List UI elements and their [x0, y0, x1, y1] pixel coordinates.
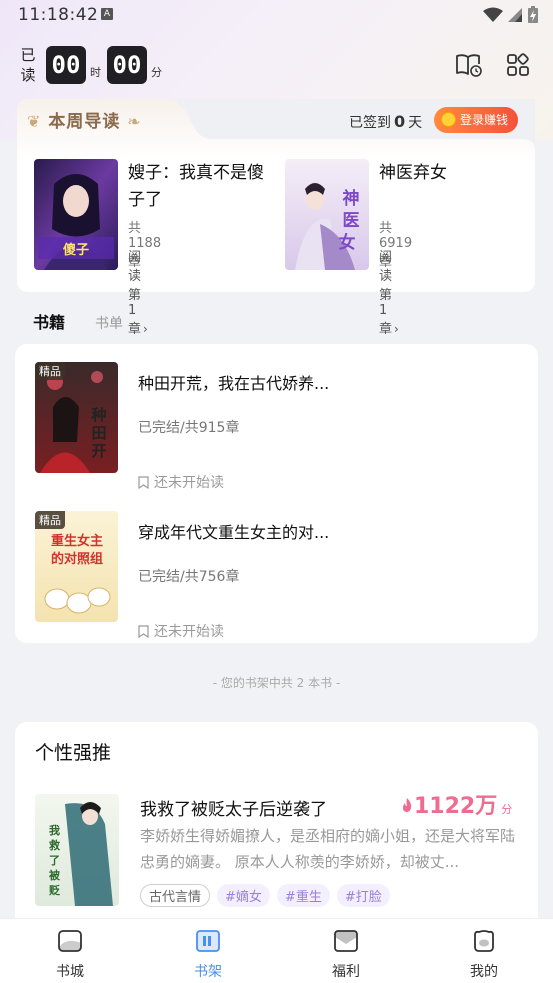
wifi-icon [483, 7, 503, 22]
bottom-navigation: 书城 书架 福利 我的 [0, 918, 553, 983]
list-item[interactable]: 重生女主 的对照组 精品 穿成年代文重生女主的对... 已完结/共756章 还未… [35, 511, 525, 640]
read-chapter-link[interactable]: 阅读第1章 › [128, 246, 148, 337]
recommend-heading: 个性强推 [35, 742, 112, 764]
nav-profile[interactable]: 我的 [444, 929, 524, 981]
battery-icon [528, 6, 538, 23]
svg-text:我: 我 [49, 823, 60, 837]
earn-money-label: 登录赚钱 [460, 113, 509, 127]
tab-booklists[interactable]: 书单 [95, 313, 123, 333]
svg-text:被: 被 [49, 868, 61, 882]
bookmark-icon [138, 624, 149, 638]
bookshelf-list: 种 田 开 精品 种田开荒，我在古代娇养... 已完结/共915章 还未开始读 … [15, 344, 538, 643]
svg-text:了: 了 [49, 854, 60, 867]
nav-bookstore[interactable]: 书城 [30, 929, 110, 981]
shelf-book-status: 已完结/共915章 [138, 420, 240, 436]
recommend-card: 个性强推 我 救 了 被 贬 我救了被贬太子后逆袭了 1122万 分 李娇娇生得… [15, 722, 538, 932]
shelf-book-progress-label: 还未开始读 [154, 624, 224, 640]
book-cover-image: 傻子 [34, 159, 118, 270]
bookshelf-icon [196, 930, 220, 952]
shelf-tabs: 书籍 书单 [33, 309, 123, 333]
shelf-book-title: 种田开荒，我在古代娇养... [138, 374, 330, 393]
svg-text:的对照组: 的对照组 [51, 551, 103, 567]
svg-text:傻子: 傻子 [63, 242, 89, 258]
signin-prefix: 已签到 [349, 115, 391, 131]
shelf-book-progress: 还未开始读 [138, 472, 224, 492]
chevron-right-icon: › [394, 322, 399, 336]
timer-hours: 00 [46, 46, 86, 84]
svg-text:种: 种 [90, 406, 106, 424]
status-icons [483, 6, 539, 24]
timer-hours-unit: 时 [90, 66, 101, 79]
coin-icon [441, 112, 456, 127]
timer-minutes: 00 [107, 46, 147, 84]
flame-icon [403, 798, 412, 812]
shelf-book-progress: 还未开始读 [138, 621, 224, 641]
reading-timer: 已读 00 时 00 分 [20, 45, 168, 85]
shelf-book-status: 已完结/共756章 [138, 569, 240, 585]
premium-badge: 精品 [35, 362, 65, 380]
svg-text:重生女主: 重生女主 [51, 533, 103, 549]
shelf-book-title: 穿成年代文重生女主的对... [138, 523, 330, 542]
signin-days: 0 [394, 112, 406, 131]
recommend-score: 1122万 分 [400, 788, 512, 820]
svg-text:救: 救 [49, 838, 60, 852]
recommend-score-unit: 分 [501, 803, 513, 816]
shelf-book-progress-label: 还未开始读 [154, 475, 224, 491]
book-cover-image: 神 医 女 [285, 159, 369, 270]
nav-welfare[interactable]: 福利 [306, 929, 386, 981]
svg-text:田: 田 [91, 424, 106, 442]
signin-suffix: 天 [408, 115, 423, 131]
signal-icon [508, 8, 522, 22]
weekly-book-title: 嫂子：我真不是傻子了 [128, 163, 264, 210]
tab-books[interactable]: 书籍 [33, 309, 65, 333]
read-chapter-label: 阅读第1章 [128, 250, 142, 337]
timer-label: 已读 [20, 46, 36, 84]
nav-welfare-label: 福利 [332, 964, 360, 980]
status-time: 11:18:42 [18, 5, 99, 25]
recommend-description: 李娇娇生得娇媚撩人，是丞相府的嫡小姐，还是大将军陆忠勇的嫡妻。 原本人人称羡的李… [140, 827, 516, 871]
weekly-book-title: 神医弃女 [379, 163, 447, 183]
chevron-right-icon: › [143, 322, 148, 336]
book-cover-image[interactable]: 我 救 了 被 贬 [35, 794, 119, 906]
list-item[interactable]: 种 田 开 精品 种田开荒，我在古代娇养... 已完结/共915章 还未开始读 [35, 362, 525, 491]
read-chapter-link[interactable]: 阅读第1章 › [379, 246, 399, 337]
nav-bookshelf[interactable]: 书架 [168, 929, 248, 981]
topic-tag[interactable]: #重生 [276, 884, 330, 907]
read-history-icon[interactable] [455, 52, 483, 78]
weekly-guide-card: ❦ 本周导读 ❧ 已签到 0 天 登录赚钱 傻子 嫂子：我真不是傻子了 共1188章… [17, 99, 535, 337]
svg-text:开: 开 [91, 442, 106, 460]
read-chapter-label: 阅读第1章 [379, 250, 393, 337]
laurel-left-icon: ❦ [27, 112, 42, 131]
bookstore-icon [58, 930, 82, 952]
earn-money-button[interactable]: 登录赚钱 [434, 107, 518, 133]
welfare-icon [334, 930, 358, 952]
weekly-guide-title: ❦ 本周导读 ❧ [27, 107, 142, 132]
weekly-guide-title-text: 本周导读 [48, 112, 121, 132]
timer-minutes-unit: 分 [151, 66, 162, 79]
svg-text:医: 医 [343, 211, 360, 231]
category-tag[interactable]: 古代言情 [140, 884, 211, 907]
signin-status: 已签到 0 天 [349, 112, 422, 132]
recommend-tags: 古代言情 #嫡女 #重生 #打脸 [140, 884, 390, 907]
topic-tag[interactable]: #嫡女 [217, 884, 270, 907]
premium-badge: 精品 [35, 511, 65, 529]
bookmark-icon [138, 475, 149, 489]
svg-text:贬: 贬 [49, 883, 61, 897]
recommend-score-value: 1122万 [414, 794, 498, 819]
nav-bookshelf-label: 书架 [194, 964, 222, 980]
shelf-count: - 您的书架中共 2 本书 - [212, 676, 341, 690]
svg-text:女: 女 [339, 232, 356, 253]
svg-text:神: 神 [343, 188, 360, 209]
laurel-right-icon: ❧ [127, 112, 142, 131]
profile-icon [474, 930, 494, 952]
status-bar: 11:18:42 A [0, 0, 553, 30]
recommend-book-title[interactable]: 我救了被贬太子后逆袭了 [140, 795, 327, 820]
nav-profile-label: 我的 [470, 964, 498, 980]
grid-apps-icon[interactable] [505, 52, 533, 78]
nav-bookstore-label: 书城 [56, 964, 84, 980]
topic-tag[interactable]: #打脸 [336, 884, 390, 907]
notification-icon: A [101, 8, 113, 20]
